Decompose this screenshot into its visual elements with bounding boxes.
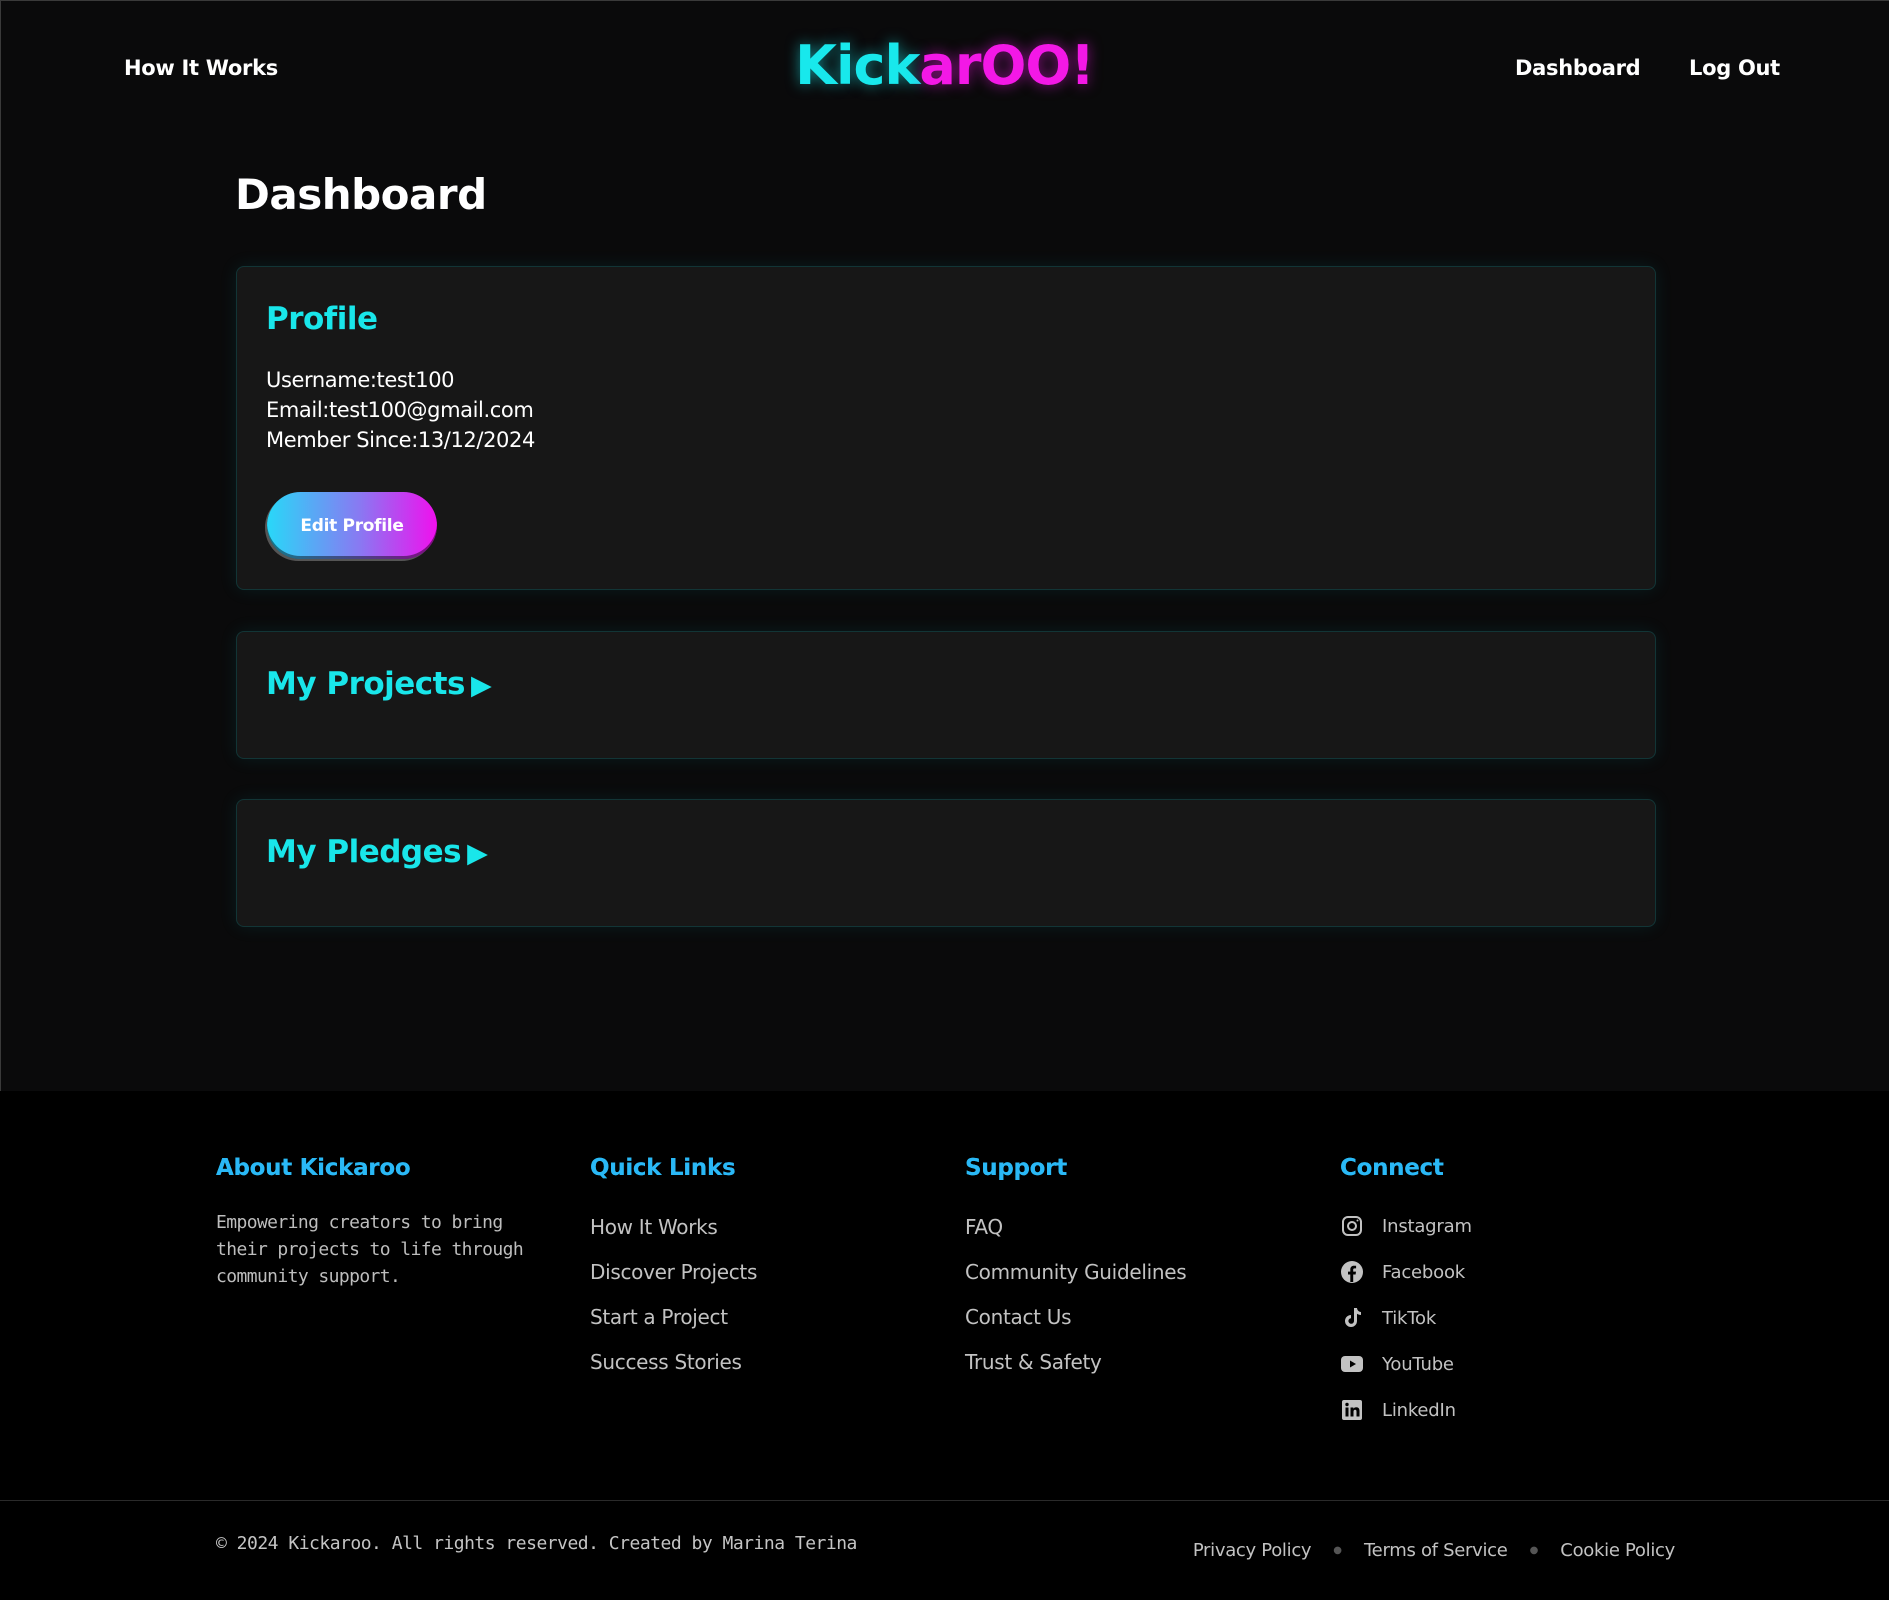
site-footer: About Kickaroo Empowering creators to br… <box>0 1091 1889 1600</box>
youtube-icon <box>1340 1352 1364 1376</box>
profile-details: Username:test100 Email:test100@gmail.com… <box>266 365 535 455</box>
footer-support-column: Support FAQ Community Guidelines Contact… <box>965 1155 1187 1385</box>
top-navigation: How It Works KickarOO! Dashboard Log Out <box>0 0 1889 140</box>
edit-profile-button[interactable]: Edit Profile <box>267 492 437 559</box>
social-label: LinkedIn <box>1382 1399 1456 1421</box>
footer-link-discover-projects[interactable]: Discover Projects <box>590 1250 757 1295</box>
social-link-tiktok[interactable]: TikTok <box>1340 1295 1472 1341</box>
footer-quick-links-heading: Quick Links <box>590 1155 757 1181</box>
footer-about-column: About Kickaroo Empowering creators to br… <box>216 1155 551 1290</box>
social-label: YouTube <box>1382 1353 1454 1375</box>
social-label: TikTok <box>1382 1307 1437 1329</box>
my-projects-card: My Projects ▶ <box>236 631 1656 759</box>
separator-dot-icon: ● <box>1333 1545 1343 1556</box>
my-pledges-card: My Pledges ▶ <box>236 799 1656 927</box>
logo-part-cyan: Kick <box>795 34 920 97</box>
legal-links: Privacy Policy ● Terms of Service ● Cook… <box>1193 1540 1675 1561</box>
footer-about-heading: About Kickaroo <box>216 1155 551 1181</box>
footer-link-start-a-project[interactable]: Start a Project <box>590 1295 757 1340</box>
footer-link-contact-us[interactable]: Contact Us <box>965 1295 1186 1340</box>
footer-link-faq[interactable]: FAQ <box>965 1205 1186 1250</box>
footer-link-trust-safety[interactable]: Trust & Safety <box>965 1340 1186 1385</box>
social-link-facebook[interactable]: Facebook <box>1340 1249 1472 1295</box>
privacy-policy-link[interactable]: Privacy Policy <box>1193 1540 1312 1561</box>
nav-log-out-link[interactable]: Log Out <box>1689 56 1780 80</box>
profile-heading: Profile <box>266 301 378 337</box>
social-label: Facebook <box>1382 1261 1465 1283</box>
footer-link-success-stories[interactable]: Success Stories <box>590 1340 757 1385</box>
footer-connect-heading: Connect <box>1340 1155 1472 1181</box>
separator-dot-icon: ● <box>1529 1545 1539 1556</box>
footer-connect-column: Connect Instagram Facebook TikTok YouTub… <box>1340 1155 1472 1433</box>
facebook-icon <box>1340 1260 1364 1284</box>
terms-of-service-link[interactable]: Terms of Service <box>1364 1540 1508 1561</box>
social-label: Instagram <box>1382 1215 1472 1237</box>
footer-support-heading: Support <box>965 1155 1186 1181</box>
instagram-icon <box>1340 1214 1364 1238</box>
logo-part-magenta: arOO! <box>919 34 1095 97</box>
profile-member-since: Member Since:13/12/2024 <box>266 428 535 452</box>
expand-arrow-icon: ▶ <box>470 670 492 701</box>
footer-quick-links-column: Quick Links How It Works Discover Projec… <box>590 1155 757 1385</box>
expand-arrow-icon: ▶ <box>467 838 488 869</box>
footer-link-how-it-works[interactable]: How It Works <box>590 1205 757 1250</box>
footer-about-text: Empowering creators to bring their proje… <box>216 1212 524 1287</box>
profile-email: Email:test100@gmail.com <box>266 398 534 422</box>
linkedin-icon <box>1340 1398 1364 1422</box>
my-pledges-toggle[interactable]: My Pledges ▶ <box>266 834 488 870</box>
my-projects-toggle[interactable]: My Projects ▶ <box>266 666 492 702</box>
social-link-youtube[interactable]: YouTube <box>1340 1341 1472 1387</box>
nav-dashboard-link[interactable]: Dashboard <box>1515 56 1641 80</box>
profile-card: Profile Username:test100 Email:test100@g… <box>236 266 1656 590</box>
cookie-policy-link[interactable]: Cookie Policy <box>1560 1540 1675 1561</box>
social-link-linkedin[interactable]: LinkedIn <box>1340 1387 1472 1433</box>
profile-username: Username:test100 <box>266 368 455 392</box>
my-pledges-heading: My Pledges <box>266 834 462 870</box>
page-title: Dashboard <box>235 170 487 219</box>
footer-divider <box>0 1500 1889 1501</box>
tiktok-icon <box>1340 1306 1364 1330</box>
footer-link-community-guidelines[interactable]: Community Guidelines <box>965 1250 1187 1295</box>
social-link-instagram[interactable]: Instagram <box>1340 1203 1472 1249</box>
my-projects-heading: My Projects <box>266 666 465 702</box>
copyright-text: © 2024 Kickaroo. All rights reserved. Cr… <box>216 1533 857 1554</box>
